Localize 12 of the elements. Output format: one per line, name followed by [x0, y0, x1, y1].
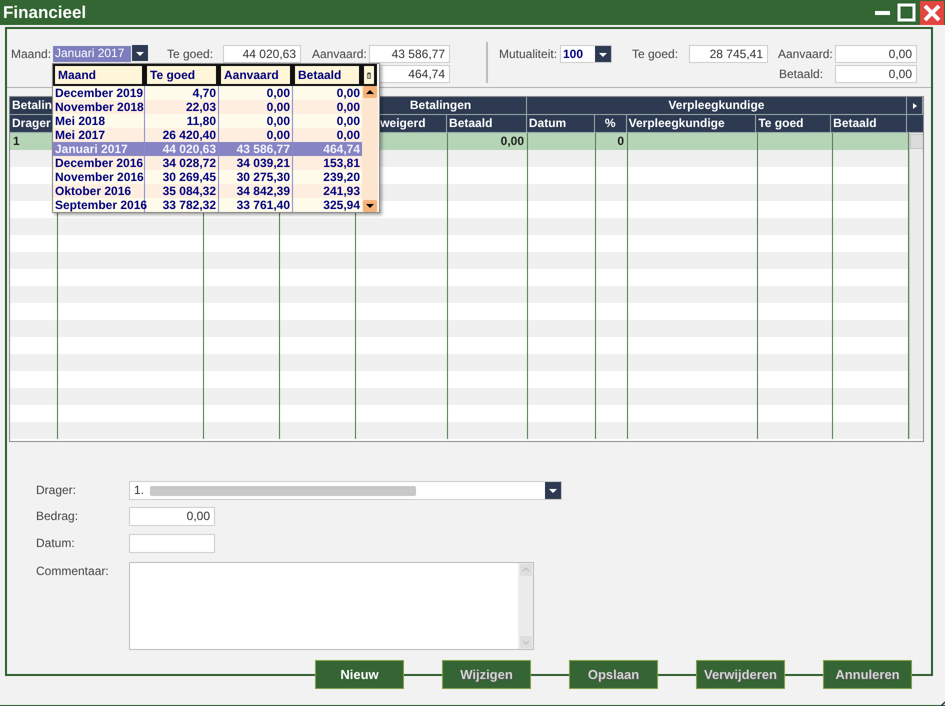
field-label: Te goed: [167, 47, 214, 61]
field-label: Betaald: [779, 67, 824, 81]
field-label: Aanvaard: [778, 47, 834, 61]
field-label: Mutualiteit: [499, 47, 558, 61]
field-label: Maand: [11, 47, 52, 61]
field-label: Te goed: [632, 47, 680, 61]
window-title: Financieel [2, 2, 88, 22]
field-label: Datum: [36, 535, 76, 552]
field-label: Commentaar: [36, 563, 110, 580]
field-label: Bedrag: [36, 508, 80, 525]
field-label: Aanvaard: [312, 47, 368, 61]
field-label: Drager: [36, 482, 78, 499]
